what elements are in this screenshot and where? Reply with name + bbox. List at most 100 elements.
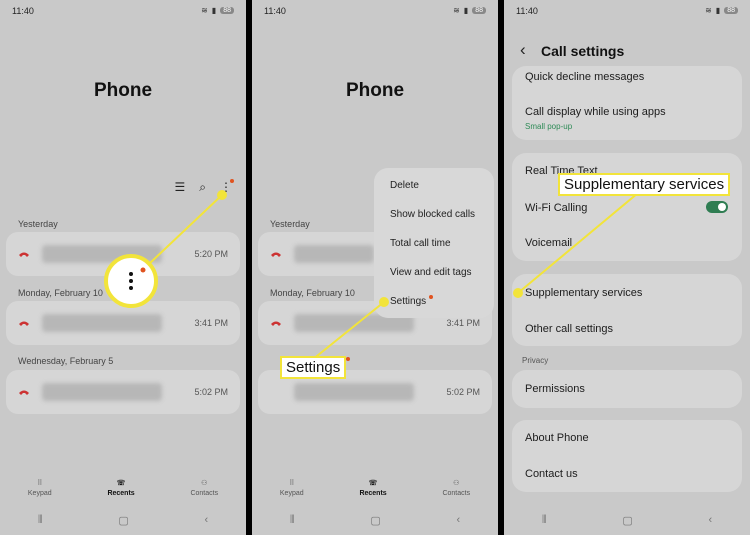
- recent-apps-icon[interactable]: ⦀: [290, 514, 295, 527]
- filter-icon[interactable]: ☰: [175, 180, 186, 195]
- status-icons: ≋ ▮ 88: [705, 6, 738, 15]
- back-icon[interactable]: ‹: [456, 514, 460, 527]
- nav-contacts[interactable]: ⚇ Contacts: [442, 479, 470, 497]
- wifi-icon: ≋: [705, 6, 712, 15]
- menu-item-delete[interactable]: Delete: [390, 180, 419, 191]
- call-row[interactable]: 5:02 PM: [6, 375, 240, 409]
- missed-call-icon: [271, 321, 281, 326]
- contacts-icon: ⚇: [201, 480, 208, 487]
- status-bar: 11:40: [12, 6, 34, 16]
- item-permissions[interactable]: Permissions: [525, 383, 585, 395]
- nav-label: Contacts: [190, 490, 219, 497]
- status-icons: ≋ ▮ 88: [453, 6, 486, 15]
- call-time: 5:02 PM: [194, 387, 228, 397]
- missed-call-icon: [19, 252, 29, 257]
- section-header: Yesterday: [270, 219, 310, 229]
- item-wifi-calling[interactable]: Wi-Fi Calling: [525, 202, 587, 214]
- notification-badge: [429, 295, 433, 299]
- keypad-icon: ⠿: [37, 480, 43, 487]
- item-supplementary-services[interactable]: Supplementary services: [525, 287, 642, 299]
- nav-recents[interactable]: ☏ Recents: [359, 479, 386, 497]
- item-contact-us[interactable]: Contact us: [525, 468, 578, 480]
- settings-card-calling: Real Time Text Wi-Fi Calling Voicemail: [512, 153, 742, 261]
- callout-badge: [346, 357, 350, 361]
- section-header: Monday, February 10: [270, 288, 355, 298]
- settings-card-top: Quick decline messages Call display whil…: [512, 66, 742, 140]
- callout-settings: Settings: [280, 356, 347, 379]
- call-card: 3:41 PM: [6, 301, 240, 345]
- battery-level: 88: [220, 7, 234, 14]
- home-icon[interactable]: ▢: [622, 514, 632, 527]
- menu-item-view-edit-tags[interactable]: View and edit tags: [390, 267, 472, 278]
- call-time: 5:02 PM: [446, 387, 480, 397]
- contacts-icon: ⚇: [453, 480, 460, 487]
- wifi-icon: ≋: [453, 6, 460, 15]
- keypad-icon: ⠿: [289, 480, 295, 487]
- call-card: 5:20 PM: [6, 232, 240, 276]
- bottom-nav: ⠿ Keypad ☏ Recents ⚇ Contacts: [0, 479, 246, 497]
- status-time: 11:40: [12, 6, 34, 16]
- signal-icon: ▮: [463, 6, 469, 15]
- callout-label: Supplementary services: [564, 176, 725, 193]
- home-icon[interactable]: ▢: [370, 514, 380, 527]
- section-header: Yesterday: [18, 219, 58, 229]
- panel-phone-recents: 11:40 ≋ ▮ 88 Phone ☰ ⌕ ⋮ Yesterday 5:20 PM…: [0, 0, 246, 535]
- call-row[interactable]: 3:41 PM: [6, 306, 240, 340]
- item-call-display[interactable]: Call display while using apps: [525, 106, 666, 118]
- back-arrow-icon[interactable]: ‹: [520, 40, 526, 60]
- menu-item-total-call-time[interactable]: Total call time: [390, 238, 451, 249]
- caller-name-blurred: [42, 383, 162, 401]
- menu-item-show-blocked-calls[interactable]: Show blocked calls: [390, 209, 475, 220]
- panel-call-settings: 11:40 ≋ ▮ 88 ‹ Call settings Quick decline…: [504, 0, 750, 535]
- battery-level: 88: [472, 7, 486, 14]
- menu-item-settings[interactable]: Settings: [390, 296, 426, 307]
- nav-label: Keypad: [27, 490, 52, 497]
- callout-label: Settings: [286, 359, 341, 376]
- home-icon[interactable]: ▢: [118, 514, 128, 527]
- notification-badge: [230, 179, 234, 183]
- wifi-calling-toggle[interactable]: [706, 201, 728, 213]
- recent-apps-icon[interactable]: ⦀: [542, 514, 547, 527]
- nav-label: Recents: [359, 490, 387, 497]
- caller-name-blurred: [42, 314, 162, 332]
- nav-keypad[interactable]: ⠿ Keypad: [280, 479, 304, 497]
- status-time: 11:40: [516, 6, 538, 16]
- status-time: 11:40: [264, 6, 286, 16]
- item-voicemail[interactable]: Voicemail: [525, 237, 572, 249]
- call-time: 5:20 PM: [194, 249, 228, 259]
- wifi-icon: ≋: [201, 6, 208, 15]
- panel-menu: 11:40 ≋ ▮ 88 Phone Yesterday Monday, Febru…: [252, 0, 498, 535]
- signal-icon: ▮: [715, 6, 721, 15]
- nav-keypad[interactable]: ⠿ Keypad: [28, 479, 52, 497]
- section-header: Wednesday, February 5: [18, 356, 114, 366]
- settings-card-about: About Phone Contact us: [512, 420, 742, 492]
- missed-call-icon: [19, 390, 29, 395]
- nav-contacts[interactable]: ⚇ Contacts: [190, 479, 218, 497]
- signal-icon: ▮: [211, 6, 217, 15]
- status-icons: ≋ ▮ 88: [201, 6, 234, 15]
- section-header: Monday, February 10: [18, 288, 103, 298]
- page-title: Phone: [345, 80, 405, 101]
- item-about-phone[interactable]: About Phone: [525, 432, 589, 444]
- callout-supplementary: Supplementary services: [558, 173, 731, 196]
- call-row[interactable]: 5:02 PM: [258, 375, 492, 409]
- toolbar: ☰ ⌕ ⋮: [175, 180, 233, 195]
- back-icon[interactable]: ‹: [708, 514, 712, 527]
- back-icon[interactable]: ‹: [204, 514, 208, 527]
- item-other-call-settings[interactable]: Other call settings: [525, 323, 613, 335]
- caller-name-blurred: [294, 383, 414, 401]
- recent-apps-icon[interactable]: ⦀: [38, 514, 43, 527]
- caller-name-blurred: [42, 245, 162, 263]
- bottom-nav: ⠿ Keypad ☏ Recents ⚇ Contacts: [252, 479, 498, 497]
- nav-recents[interactable]: ☏ Recents: [107, 479, 134, 497]
- call-row[interactable]: 5:20 PM: [6, 237, 240, 271]
- nav-label: Keypad: [279, 490, 304, 497]
- privacy-header: Privacy: [522, 356, 549, 365]
- search-icon[interactable]: ⌕: [199, 180, 206, 195]
- nav-label: Contacts: [442, 490, 471, 497]
- recents-icon: ☏: [116, 480, 126, 487]
- recents-icon: ☏: [368, 480, 378, 487]
- item-call-display-sub: Small pop-up: [525, 122, 573, 131]
- settings-title: Call settings: [541, 43, 625, 59]
- item-quick-decline[interactable]: Quick decline messages: [525, 71, 644, 83]
